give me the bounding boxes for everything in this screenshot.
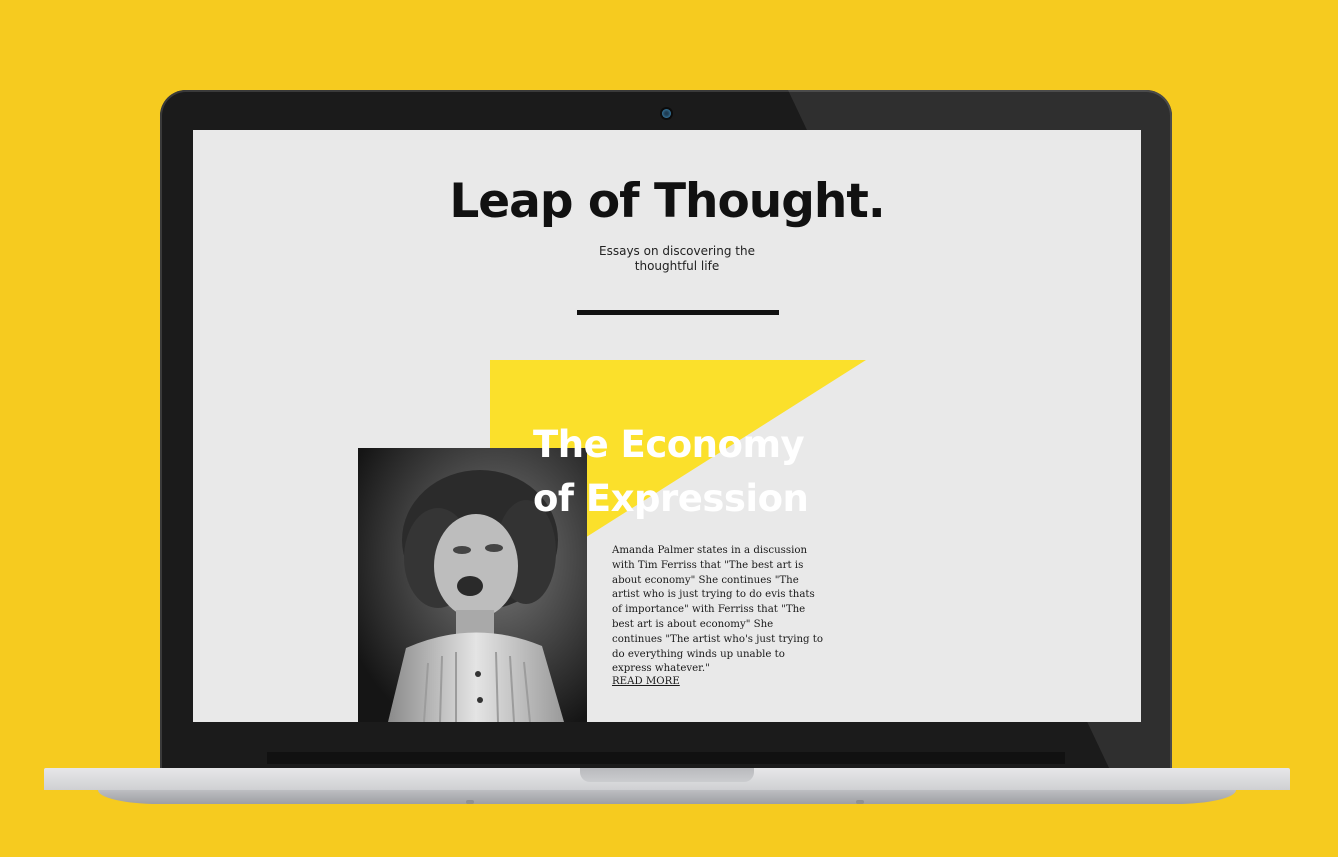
camera-icon — [662, 109, 671, 118]
base-foot — [856, 800, 864, 804]
site-title: Leap of Thought. — [449, 174, 885, 229]
browser-screen: Leap of Thought. Essays on discovering t… — [193, 130, 1141, 722]
base-bottom — [98, 790, 1236, 804]
article-title-line-2: of Expression — [533, 477, 809, 520]
title-divider — [577, 310, 779, 315]
article-title-line-1: The Economy — [533, 423, 805, 466]
base-foot — [466, 800, 474, 804]
article-excerpt: Amanda Palmer states in a discussion wit… — [612, 545, 824, 675]
article-title[interactable]: The Economy of Expression — [533, 418, 833, 526]
laptop-base — [44, 768, 1290, 804]
hinge-strip — [267, 752, 1065, 764]
site-tagline: Essays on discovering the thoughtful lif… — [599, 244, 755, 273]
read-more-link[interactable]: READ MORE — [612, 676, 680, 687]
base-notch — [580, 768, 754, 782]
